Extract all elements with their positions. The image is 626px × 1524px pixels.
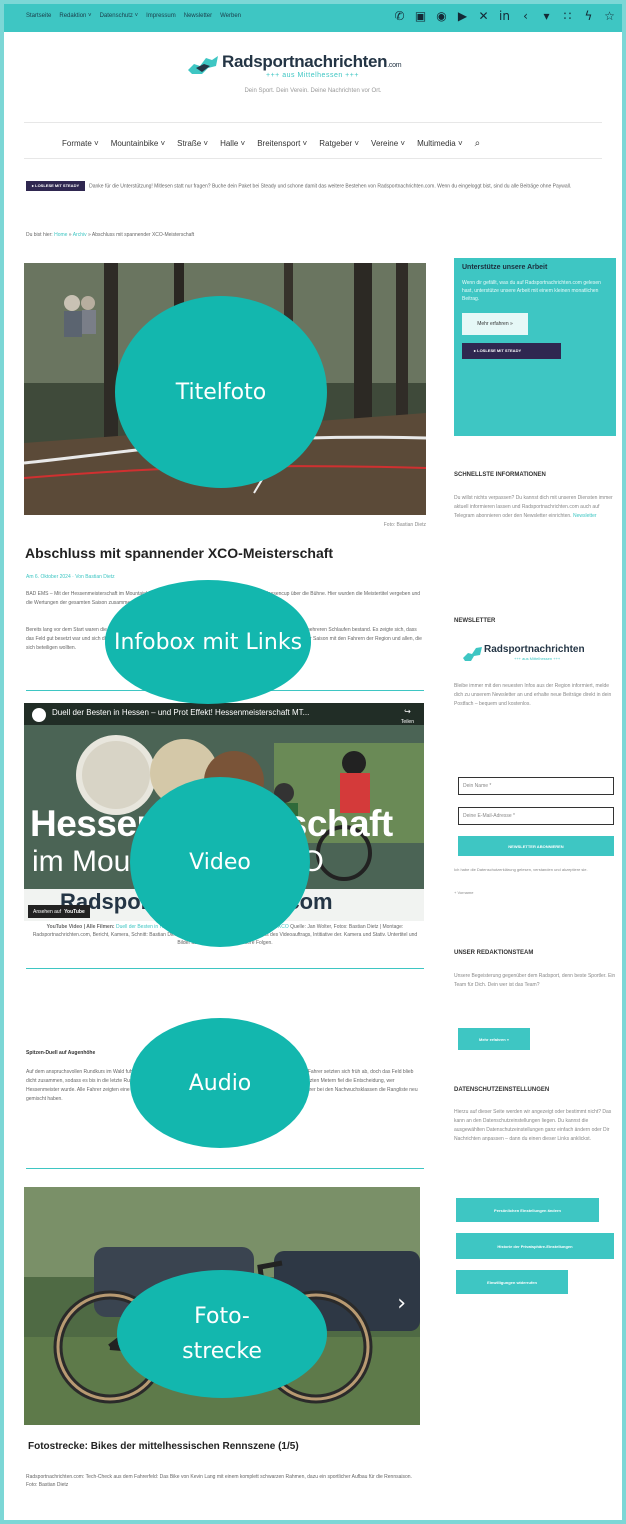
article-title: Abschluss mit spannender XCO-Meisterscha… [25, 545, 334, 561]
video-title: Duell der Besten in Hessen – und Prot Ef… [52, 708, 310, 717]
top-nav-item[interactable]: Impressum [146, 13, 176, 19]
nav-divider [24, 122, 602, 123]
hero-caption: Foto: Bastian Dietz [383, 522, 426, 528]
x-icon[interactable]: ✕ [477, 10, 490, 22]
article-meta: Am 6. Oktober 2024 · Von Bastian Dietz [26, 574, 115, 580]
overlay-video: Video [130, 777, 310, 947]
top-bar: Startseite Redaktion ˅ Datenschutz ˅ Imp… [0, 0, 626, 32]
overlay-audio: Audio [130, 1018, 310, 1148]
support-more-button[interactable]: Mehr erfahren » [462, 313, 528, 335]
steady-notice: ▸ LOSLESE MIT STEADY Danke für die Unters… [26, 181, 606, 191]
overlay-titelfoto: Titelfoto [115, 296, 327, 488]
newsletter-logo: Radsportnachrichten +++ aus Mittelhessen… [462, 642, 612, 666]
widget-text: Du willst nichts verpassen? Du kannst di… [454, 494, 616, 521]
overlay-infobox: Infobox mit Links [105, 580, 311, 704]
threads-icon[interactable]: ◉ [435, 10, 448, 22]
support-title: Unterstütze unsere Arbeit [462, 264, 548, 271]
widget-title: UNSER REDAKTIONSTEAM [454, 950, 534, 956]
newsletter-subscribe-button[interactable]: NEWSLETTER ABONNIEREN [458, 836, 614, 856]
steady-button[interactable]: ▸ LOSLESE MIT STEADY [26, 181, 86, 191]
top-nav-item[interactable]: Datenschutz ˅ [100, 13, 139, 19]
star-icon[interactable]: ☆ [603, 10, 616, 22]
privacy-settings-button[interactable]: Persönlichen Einstellungen ändern [456, 1198, 599, 1222]
breadcrumb: Du bist hier: Home » Archiv » Abschluss … [26, 232, 195, 238]
team-text: Unsere Begeisterung gegenüber dem Radspo… [454, 973, 616, 988]
section-divider [26, 1168, 424, 1169]
article-subheading: Spitzen-Duell auf Augenhöhe [26, 1050, 96, 1056]
bolt-icon[interactable]: ϟ [582, 10, 595, 22]
logo-subtitle: +++ aus Mittelhessen +++ [266, 72, 359, 79]
widget-title: DATENSCHUTZEINSTELLUNGEN [454, 1087, 550, 1093]
revoke-consent-button[interactable]: Einwilligungen widerrufen [456, 1270, 568, 1294]
steady-button[interactable]: ▸ LOSLESE MIT STEADY [462, 343, 561, 359]
gallery-next-icon[interactable]: › [397, 1291, 406, 1316]
gallery-caption: Radsportnachrichten.com: Tech-Check aus … [26, 1474, 412, 1488]
hessen-map-icon [463, 647, 482, 661]
widget-title: SCHNELLSTE INFORMATIONEN [454, 472, 546, 478]
youtube-label: YouTube [64, 908, 85, 915]
top-nav-item[interactable]: Redaktion ˅ [59, 13, 91, 19]
team-more-button[interactable]: Mehr erfahren » [458, 1028, 530, 1050]
newsletter-logo-subtitle: +++ aus Mittelhessen +++ [514, 656, 561, 661]
nav-divider [24, 158, 602, 159]
channel-avatar [32, 708, 46, 722]
site-tagline: Dein Sport. Dein Verein. Deine Nachricht… [244, 88, 382, 94]
watch-on-youtube[interactable]: Ansehen auf YouTube [28, 905, 90, 918]
whatsapp-icon[interactable]: ✆ [393, 10, 406, 22]
breadcrumb-section[interactable]: Archiv [73, 232, 87, 238]
share-icon[interactable]: ↪ Teilen [401, 707, 414, 725]
social-icons: ✆ ▣ ◉ ▶ ✕ in ‹ ▾ ∷ ϟ ☆ [393, 10, 616, 22]
main-nav-item[interactable]: Halle ˅ [220, 139, 245, 148]
top-nav-item[interactable]: Werben [220, 13, 241, 19]
newsletter-logo-title: Radsportnachrichten [484, 644, 585, 655]
breadcrumb-home[interactable]: Home [54, 232, 67, 238]
newsletter-text: Bleibe immer mit den neuesten Infos aus … [454, 683, 612, 707]
privacy-history-button[interactable]: Historie der Privatsphäre-Einstellungen [456, 1233, 614, 1259]
main-nav-item[interactable]: Formate ˅ [62, 139, 99, 148]
widget-title: NEWSLETTER [454, 618, 496, 624]
main-nav-item[interactable]: Ratgeber ˅ [319, 139, 359, 148]
watch-label: Ansehen auf [33, 908, 62, 915]
support-widget: Unterstütze unsere Arbeit Wenn dir gefäl… [454, 258, 616, 436]
youtube-icon[interactable]: ▶ [456, 10, 469, 22]
email-field[interactable]: Deine E-Mail-Adresse * [458, 807, 614, 825]
breadcrumb-prefix: Du bist hier: [26, 232, 53, 238]
share-icon[interactable]: ‹ [519, 10, 532, 22]
top-nav-item[interactable]: Newsletter [184, 13, 212, 19]
name-field[interactable]: Dein Name * [458, 777, 614, 795]
main-nav-item[interactable]: Vereine ˅ [371, 139, 405, 148]
share-label: Teilen [400, 719, 414, 725]
page-icon[interactable]: ▣ [414, 10, 427, 22]
logo-title: Radsportnachrichten.com [222, 52, 402, 71]
support-text: Wenn dir gefällt, was du auf Radsportnac… [462, 280, 601, 302]
top-nav-item[interactable]: Startseite [26, 13, 51, 19]
rss-icon[interactable]: ∷ [561, 10, 574, 22]
video-caption-lead: YouTube Video | Alle Filmen: [46, 924, 115, 930]
main-nav-item[interactable]: Multimedia ˅ [417, 139, 463, 148]
notice-text: Danke für die Unterstützung! Mitlesen st… [89, 183, 572, 190]
breadcrumb-current: Abschluss mit spannender XCO-Meisterscha… [91, 232, 195, 238]
overlay-fotostrecke: Foto-strecke [117, 1270, 327, 1398]
location-icon[interactable]: ▾ [540, 10, 553, 22]
privacy-settings-text: Hierzu auf dieser Seite werden wir angez… [454, 1109, 612, 1142]
gallery-title: Fotostrecke: Bikes der mittelhessischen … [28, 1441, 299, 1452]
main-nav-item[interactable]: Straße ˅ [177, 139, 208, 148]
top-nav: Startseite Redaktion ˅ Datenschutz ˅ Imp… [26, 13, 393, 19]
privacy-consent-text[interactable]: Ich habe die Datenschutzerklärung gelese… [454, 866, 616, 873]
main-nav-item[interactable]: Breitensport ˅ [257, 139, 307, 148]
linkedin-icon[interactable]: in [498, 10, 511, 22]
main-nav: Formate ˅ Mountainbike ˅ Straße ˅ Halle … [62, 138, 480, 149]
section-divider [26, 968, 424, 969]
search-icon[interactable]: ⌕ [475, 138, 481, 149]
main-nav-item[interactable]: Mountainbike ˅ [111, 139, 165, 148]
optional-field-text: + Vorname [454, 890, 474, 895]
fast-info-link[interactable]: Newsletter [573, 513, 597, 519]
hessen-map-icon [188, 56, 218, 74]
